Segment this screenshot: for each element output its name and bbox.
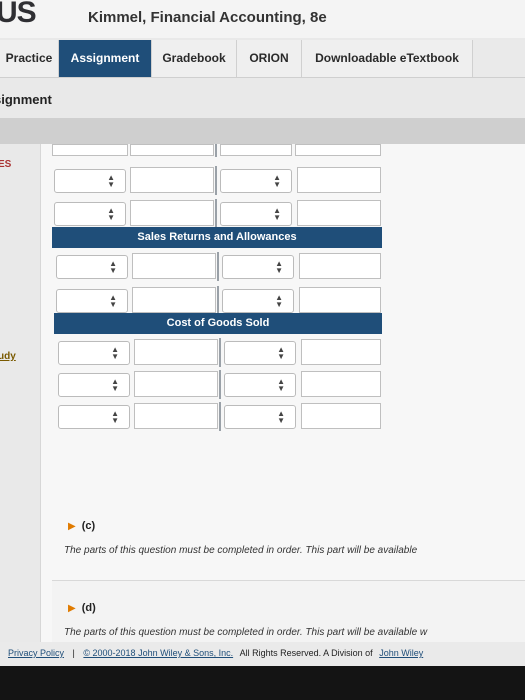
select-arrows-icon: ▲ ▼	[107, 173, 115, 189]
credit-amount-input[interactable]	[297, 200, 381, 226]
t-account-row: ▲ ▼ ▲ ▼	[56, 402, 382, 431]
t-account-divider	[219, 402, 221, 431]
credit-amount-input[interactable]	[301, 403, 381, 429]
account-title-sales-returns: Sales Returns and Allowances	[52, 227, 382, 248]
tab-practice[interactable]: Practice	[0, 40, 59, 77]
credit-amount-input[interactable]	[299, 253, 381, 279]
sidebar-label: ES	[0, 159, 12, 170]
tab-orion[interactable]: ORION	[237, 40, 302, 77]
app-logo: US	[0, 0, 37, 29]
part-d-label: (d)	[81, 602, 96, 614]
select-arrows-icon: ▲ ▼	[277, 409, 285, 425]
select-arrows-icon: ▲ ▼	[277, 377, 285, 393]
expand-triangle-icon: ▶	[68, 603, 76, 614]
page-title: signment	[0, 92, 52, 107]
t-account-row: ▲ ▼ ▲ ▼	[56, 338, 382, 367]
t-account-divider	[219, 338, 221, 367]
select-arrows-icon: ▲ ▼	[111, 345, 119, 361]
part-d-toggle[interactable]: ▶ (d)	[68, 602, 96, 614]
top-bar: US Kimmel, Financial Accounting, 8e	[0, 0, 525, 38]
credit-amount-input[interactable]	[301, 371, 381, 397]
t-account-divider	[215, 199, 217, 228]
tab-etextbook[interactable]: Downloadable eTextbook	[302, 40, 473, 77]
credit-amount-input[interactable]	[299, 287, 381, 313]
t-account-divider	[215, 166, 217, 195]
screen-bezel	[0, 666, 525, 700]
debit-amount-input[interactable]	[130, 167, 214, 193]
company-link[interactable]: John Wiley	[379, 648, 423, 658]
part-c-note: The parts of this question must be compl…	[64, 545, 418, 556]
debit-account-select[interactable]: ▲ ▼	[54, 169, 126, 193]
select-arrows-icon: ▲ ▼	[111, 409, 119, 425]
part-d-note: The parts of this question must be compl…	[64, 627, 428, 638]
footer: Privacy Policy | © 2000-2018 John Wiley …	[0, 642, 525, 666]
credit-account-select[interactable]: ▲ ▼	[222, 255, 294, 279]
debit-account-select[interactable]: ▲ ▼	[58, 373, 130, 397]
t-account-row	[52, 144, 382, 169]
rights-text: All Rights Reserved. A Division of	[239, 648, 373, 658]
t-account-row: ▲ ▼ ▲ ▼	[52, 199, 382, 228]
account-select[interactable]	[220, 144, 292, 156]
debit-account-select[interactable]: ▲ ▼	[56, 255, 128, 279]
amount-input[interactable]	[295, 144, 381, 156]
account-title-cost-of-goods-sold: Cost of Goods Sold	[54, 313, 382, 334]
credit-account-select[interactable]: ▲ ▼	[222, 289, 294, 313]
credit-account-select[interactable]: ▲ ▼	[220, 202, 292, 226]
credit-account-select[interactable]: ▲ ▼	[224, 405, 296, 429]
credit-account-select[interactable]: ▲ ▼	[220, 169, 292, 193]
select-arrows-icon: ▲ ▼	[275, 259, 283, 275]
copyright-link[interactable]: © 2000-2018 John Wiley & Sons, Inc.	[83, 648, 233, 658]
debit-amount-input[interactable]	[132, 287, 216, 313]
select-arrows-icon: ▲ ▼	[109, 259, 117, 275]
expand-triangle-icon: ▶	[68, 521, 76, 532]
tab-assignment[interactable]: Assignment	[59, 40, 152, 77]
debit-account-select[interactable]: ▲ ▼	[54, 202, 126, 226]
debit-account-select[interactable]: ▲ ▼	[56, 289, 128, 313]
amount-input[interactable]	[130, 144, 214, 156]
main-nav: Practice Assignment Gradebook ORION Down…	[0, 40, 525, 78]
t-account-divider	[217, 286, 219, 315]
privacy-policy-link[interactable]: Privacy Policy	[8, 648, 64, 658]
debit-amount-input[interactable]	[134, 403, 218, 429]
debit-amount-input[interactable]	[134, 339, 218, 365]
t-account-row: ▲ ▼ ▲ ▼	[56, 370, 382, 399]
select-arrows-icon: ▲ ▼	[111, 377, 119, 393]
part-c-label: (c)	[81, 520, 96, 532]
t-account-divider	[217, 252, 219, 281]
debit-amount-input[interactable]	[134, 371, 218, 397]
debit-amount-input[interactable]	[130, 200, 214, 226]
part-c-toggle[interactable]: ▶ (c)	[68, 520, 95, 532]
credit-amount-input[interactable]	[301, 339, 381, 365]
credit-account-select[interactable]: ▲ ▼	[224, 373, 296, 397]
select-arrows-icon: ▲ ▼	[277, 345, 285, 361]
select-arrows-icon: ▲ ▼	[273, 173, 281, 189]
account-select[interactable]	[52, 144, 128, 156]
t-account-row: ▲ ▼ ▲ ▼	[54, 286, 382, 315]
tab-gradebook[interactable]: Gradebook	[152, 40, 237, 77]
t-account-row: ▲ ▼ ▲ ▼	[54, 252, 382, 281]
header-band	[0, 118, 525, 144]
select-arrows-icon: ▲ ▼	[273, 206, 281, 222]
select-arrows-icon: ▲ ▼	[275, 293, 283, 309]
select-arrows-icon: ▲ ▼	[109, 293, 117, 309]
credit-account-select[interactable]: ▲ ▼	[224, 341, 296, 365]
footer-separator: |	[72, 648, 75, 658]
debit-account-select[interactable]: ▲ ▼	[58, 341, 130, 365]
t-account-row: ▲ ▼ ▲ ▼	[52, 166, 382, 195]
book-title: Kimmel, Financial Accounting, 8e	[88, 9, 327, 26]
debit-amount-input[interactable]	[132, 253, 216, 279]
credit-amount-input[interactable]	[297, 167, 381, 193]
t-account-divider	[215, 144, 217, 157]
debit-account-select[interactable]: ▲ ▼	[58, 405, 130, 429]
t-account-divider	[219, 370, 221, 399]
sidebar-link[interactable]: udy	[0, 351, 16, 362]
select-arrows-icon: ▲ ▼	[107, 206, 115, 222]
